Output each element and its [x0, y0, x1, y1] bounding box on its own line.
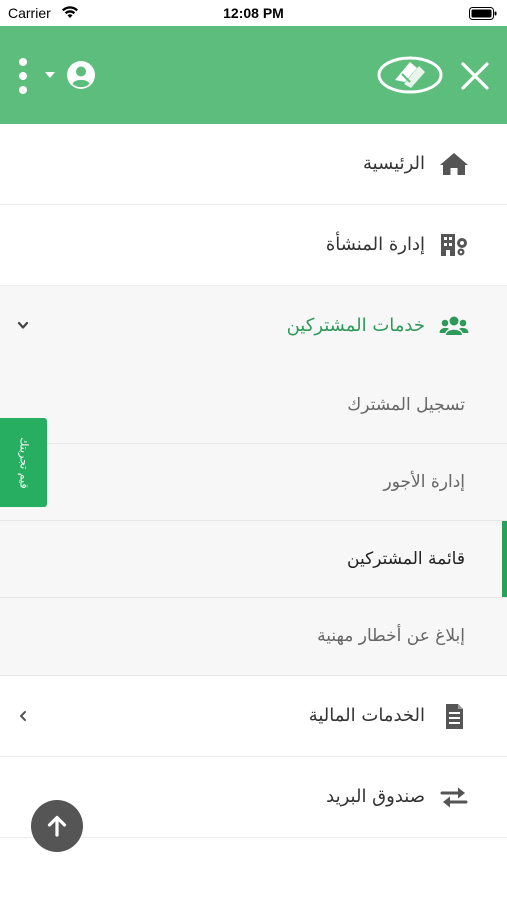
home-icon: [440, 153, 468, 175]
arrow-up-icon: [47, 815, 67, 837]
close-icon[interactable]: [460, 61, 490, 91]
app-header: [0, 26, 507, 124]
submenu-item-label: إدارة الأجور: [383, 472, 465, 492]
menu-item-home[interactable]: الرئيسية: [0, 124, 507, 205]
menu-item-financial-services[interactable]: الخدمات المالية: [0, 676, 507, 757]
chevron-left-icon[interactable]: [18, 710, 28, 722]
user-circle-icon[interactable]: [66, 60, 96, 90]
feedback-tab[interactable]: قيم تجربتك: [0, 418, 47, 507]
submenu-item-wages[interactable]: إدارة الأجور: [0, 444, 507, 521]
submenu-item-subscribers-list[interactable]: قائمة المشتركين: [0, 521, 507, 598]
menu-item-subscriber-services[interactable]: خدمات المشتركين: [0, 286, 507, 367]
document-icon: [446, 704, 463, 729]
more-vertical-icon[interactable]: [17, 57, 29, 95]
submenu-item-label: إبلاغ عن أخطار مهنية: [317, 626, 465, 646]
app-logo: [377, 56, 443, 94]
clock: 12:08 PM: [223, 5, 284, 21]
side-menu: الرئيسية إدارة المنشأة خدمات المشتركين ت…: [0, 124, 507, 838]
scroll-to-top-button[interactable]: [31, 800, 83, 852]
submenu-item-label: تسجيل المشترك: [347, 395, 465, 415]
building-gear-icon: [441, 234, 467, 256]
status-bar: Carrier 12:08 PM: [0, 0, 507, 26]
battery-icon: [469, 7, 497, 20]
submenu-item-register-subscriber[interactable]: تسجيل المشترك: [0, 367, 507, 444]
menu-item-label: الرئيسية: [363, 153, 425, 174]
feedback-tab-label: قيم تجربتك: [17, 436, 30, 489]
exchange-arrows-icon: [440, 787, 468, 808]
submenu-item-label: قائمة المشتركين: [347, 549, 465, 569]
users-icon: [439, 316, 469, 335]
menu-item-label: خدمات المشتركين: [286, 315, 425, 336]
menu-item-facility[interactable]: إدارة المنشأة: [0, 205, 507, 286]
submenu-item-occupational-hazards[interactable]: إبلاغ عن أخطار مهنية: [0, 598, 507, 676]
dropdown-caret-icon[interactable]: [44, 71, 56, 79]
menu-item-label: الخدمات المالية: [308, 705, 425, 726]
chevron-down-icon[interactable]: [17, 321, 29, 331]
menu-item-label: صندوق البريد: [326, 786, 425, 807]
menu-item-label: إدارة المنشأة: [325, 234, 425, 255]
